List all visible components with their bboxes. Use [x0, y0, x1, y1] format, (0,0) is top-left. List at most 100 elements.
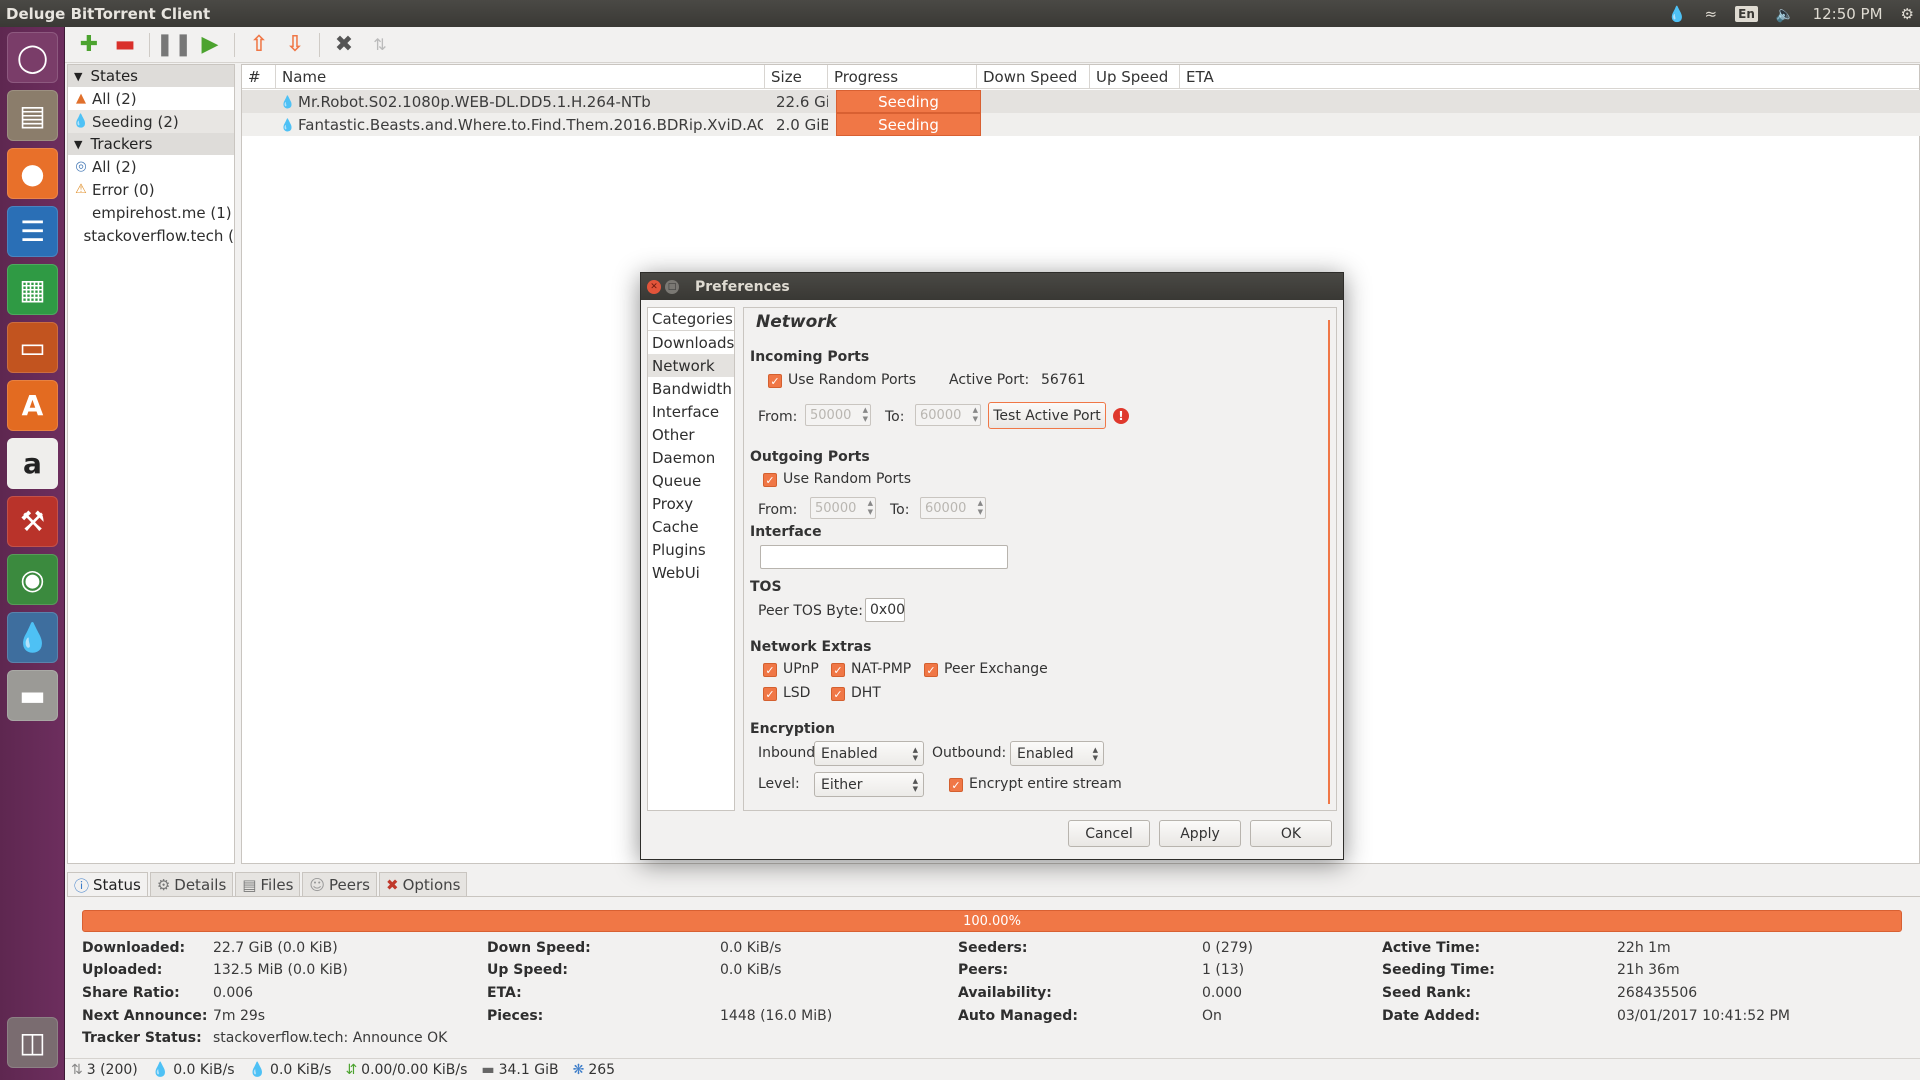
- deluge-tray-icon[interactable]: 💧: [1668, 5, 1687, 23]
- trash-icon[interactable]: ◫: [7, 1017, 58, 1068]
- clock[interactable]: 12:50 PM: [1813, 5, 1883, 23]
- category-cache[interactable]: Cache: [648, 515, 734, 538]
- trackers-header[interactable]: ▼ Trackers: [68, 133, 234, 155]
- interface-input[interactable]: [760, 545, 1008, 569]
- tab-files[interactable]: ▤ Files: [235, 872, 301, 897]
- table-row[interactable]: 💧 Mr.Robot.S02.1080p.WEB-DL.DD5.1.H.264-…: [242, 90, 1920, 113]
- deluge-launcher-icon[interactable]: 💧: [7, 612, 58, 663]
- category-downloads[interactable]: Downloads: [648, 331, 734, 354]
- inbound-select[interactable]: Enabled ▲ ▼: [814, 741, 924, 766]
- firefox-icon[interactable]: ●: [7, 148, 58, 199]
- pause-button[interactable]: ❚❚: [156, 30, 193, 60]
- incoming-to-spinbox[interactable]: 60000 ▲ ▼: [915, 404, 981, 426]
- files-icon[interactable]: ▤: [7, 90, 58, 141]
- writer-icon[interactable]: ☰: [7, 206, 58, 257]
- gear-icon[interactable]: ⚙: [1901, 5, 1914, 23]
- category-webui[interactable]: WebUi: [648, 561, 734, 584]
- category-bandwidth[interactable]: Bandwidth: [648, 377, 734, 400]
- upload-speed-indicator[interactable]: 💧 0.0 KiB/s: [249, 1062, 332, 1078]
- outgoing-random-ports-label[interactable]: Use Random Ports: [783, 471, 911, 487]
- cancel-button[interactable]: Cancel: [1068, 820, 1150, 847]
- impress-icon[interactable]: ▭: [7, 322, 58, 373]
- sidebar-item-all[interactable]: ▲ All (2): [68, 87, 234, 110]
- minimize-icon[interactable]: □: [665, 279, 679, 294]
- window-title: Deluge BitTorrent Client: [6, 4, 211, 23]
- column-header-down-speed[interactable]: Down Speed: [977, 65, 1090, 89]
- encrypt-entire-stream-label[interactable]: Encrypt entire stream: [969, 776, 1122, 792]
- encrypt-entire-stream-checkbox[interactable]: ✓: [949, 778, 963, 792]
- column-header-index[interactable]: #: [242, 65, 276, 89]
- tab-details[interactable]: ⚙ Details: [149, 872, 234, 897]
- add-torrent-button[interactable]: ✚: [71, 30, 107, 60]
- column-header-up-speed[interactable]: Up Speed: [1090, 65, 1180, 89]
- column-header-name[interactable]: Name: [276, 65, 765, 89]
- download-speed-indicator[interactable]: 💧 0.0 KiB/s: [152, 1062, 235, 1078]
- tab-status[interactable]: ⓘ Status: [67, 872, 148, 897]
- sidebar-item-trackers-error[interactable]: ⚠ Error (0): [68, 178, 234, 201]
- peer-tos-byte-input[interactable]: 0x00: [865, 598, 905, 622]
- ubuntu-dash-icon[interactable]: ◯: [7, 32, 58, 83]
- system-settings-icon[interactable]: ⚒: [7, 496, 58, 547]
- up-speed-label: Up Speed:: [487, 962, 568, 978]
- queue-up-button[interactable]: ⇧: [241, 30, 277, 60]
- category-network[interactable]: Network: [648, 354, 734, 377]
- calc-icon[interactable]: ▦: [7, 264, 58, 315]
- resume-button[interactable]: ▶: [192, 30, 228, 60]
- outgoing-from-spinbox[interactable]: 50000 ▲ ▼: [810, 497, 876, 519]
- amazon-icon[interactable]: a: [7, 438, 58, 489]
- table-row[interactable]: 💧 Fantastic.Beasts.and.Where.to.Find.The…: [242, 113, 1920, 136]
- dht-label[interactable]: DHT: [851, 685, 881, 701]
- test-active-port-button[interactable]: Test Active Port: [988, 402, 1106, 429]
- sidebar-item-tracker-stackoverflow[interactable]: stackoverflow.tech (: [68, 224, 234, 247]
- incoming-from-spinbox[interactable]: 50000 ▲ ▼: [805, 404, 871, 426]
- nat-pmp-checkbox[interactable]: ✓: [831, 663, 845, 677]
- wifi-icon[interactable]: ≈: [1705, 5, 1718, 23]
- category-queue[interactable]: Queue: [648, 469, 734, 492]
- category-daemon[interactable]: Daemon: [648, 446, 734, 469]
- disk-drive-icon[interactable]: ▬: [7, 670, 58, 721]
- lsd-checkbox[interactable]: ✓: [763, 687, 777, 701]
- volume-icon[interactable]: 🔈: [1776, 5, 1795, 23]
- column-header-size[interactable]: Size: [765, 65, 828, 89]
- availability-value: 0.000: [1202, 985, 1243, 1001]
- sidebar-item-seeding[interactable]: 💧 Seeding (2): [68, 110, 234, 133]
- dialog-titlebar[interactable]: ✕ □ Preferences: [641, 273, 1343, 300]
- chrome-icon[interactable]: ◉: [7, 554, 58, 605]
- queue-down-button[interactable]: ⇩: [277, 30, 313, 60]
- category-interface[interactable]: Interface: [648, 400, 734, 423]
- software-center-icon[interactable]: A: [7, 380, 58, 431]
- sidebar-item-trackers-all[interactable]: ◎ All (2): [68, 155, 234, 178]
- category-plugins[interactable]: Plugins: [648, 538, 734, 561]
- outgoing-to-spinbox[interactable]: 60000 ▲ ▼: [920, 497, 986, 519]
- connection-manager-button[interactable]: ⇅: [362, 30, 398, 60]
- ok-button[interactable]: OK: [1250, 820, 1332, 847]
- upnp-label[interactable]: UPnP: [783, 661, 819, 677]
- column-header-progress[interactable]: Progress: [828, 65, 977, 89]
- peer-exchange-label[interactable]: Peer Exchange: [944, 661, 1048, 677]
- connections-indicator[interactable]: ⇅ 3 (200): [71, 1062, 138, 1078]
- free-space-indicator: ▬ 34.1 GiB: [481, 1061, 559, 1078]
- states-header[interactable]: ▼ States: [68, 65, 234, 87]
- tab-options[interactable]: ✖ Options: [379, 872, 468, 897]
- outbound-select[interactable]: Enabled ▲ ▼: [1010, 741, 1104, 766]
- keyboard-layout-indicator[interactable]: En: [1735, 5, 1758, 22]
- remove-torrent-button[interactable]: ▬: [107, 30, 143, 60]
- level-select[interactable]: Either ▲ ▼: [814, 772, 924, 797]
- apply-button[interactable]: Apply: [1159, 820, 1241, 847]
- lsd-label[interactable]: LSD: [783, 685, 810, 701]
- tab-peers[interactable]: ☺ Peers: [302, 872, 377, 897]
- category-proxy[interactable]: Proxy: [648, 492, 734, 515]
- outgoing-ports-header: Outgoing Ports: [750, 449, 870, 465]
- close-icon[interactable]: ✕: [647, 279, 661, 294]
- sidebar-item-tracker-empirehost[interactable]: empirehost.me (1): [68, 201, 234, 224]
- incoming-random-ports-checkbox[interactable]: ✓: [768, 374, 782, 388]
- upnp-checkbox[interactable]: ✓: [763, 663, 777, 677]
- nat-pmp-label[interactable]: NAT-PMP: [851, 661, 911, 677]
- category-other[interactable]: Other: [648, 423, 734, 446]
- column-header-eta[interactable]: ETA: [1180, 65, 1919, 89]
- dht-checkbox[interactable]: ✓: [831, 687, 845, 701]
- incoming-random-ports-label[interactable]: Use Random Ports: [788, 372, 916, 388]
- preferences-button[interactable]: ✖: [326, 30, 362, 60]
- peer-exchange-checkbox[interactable]: ✓: [924, 663, 938, 677]
- outgoing-random-ports-checkbox[interactable]: ✓: [763, 473, 777, 487]
